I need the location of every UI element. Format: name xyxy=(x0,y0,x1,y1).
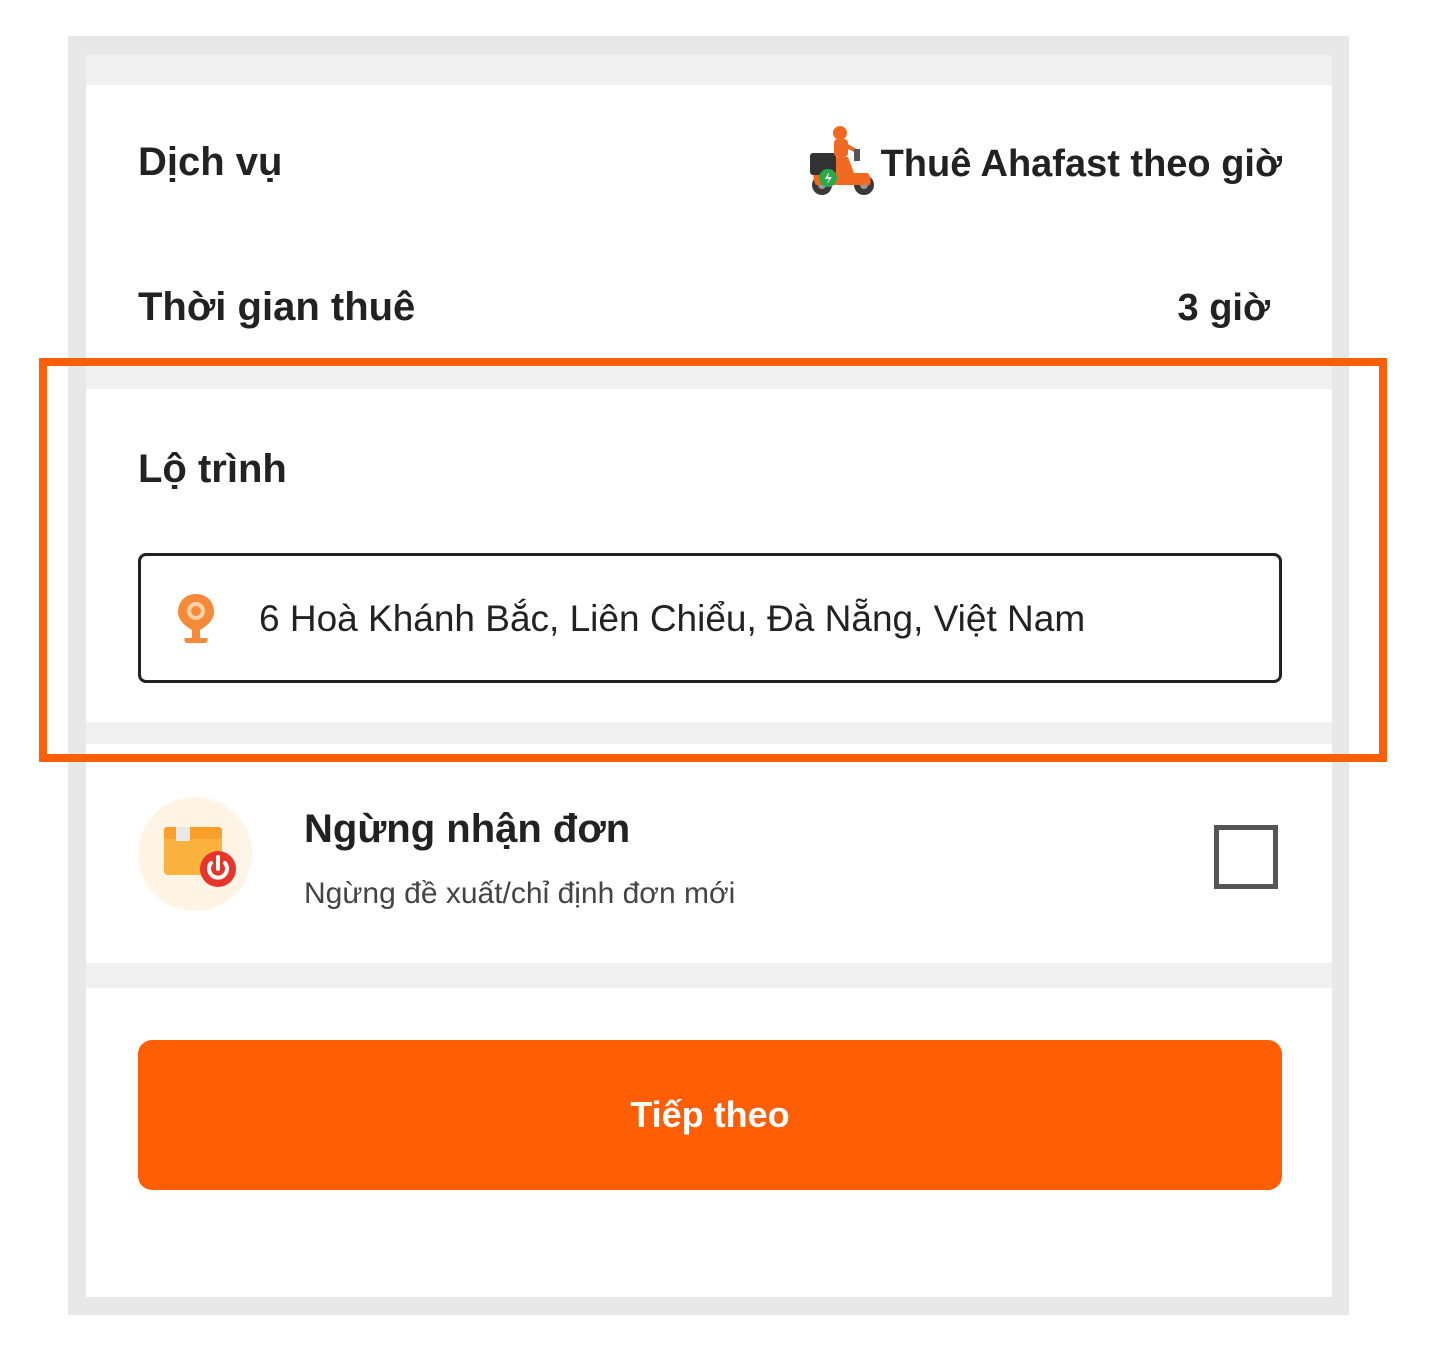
scooter-rider-icon xyxy=(808,123,876,199)
next-button[interactable]: Tiếp theo xyxy=(138,1040,1282,1190)
route-address-field[interactable]: 6 Hoà Khánh Bắc, Liên Chiểu, Đà Nẵng, Vi… xyxy=(138,553,1282,683)
location-pin-icon xyxy=(175,592,217,646)
top-divider xyxy=(86,55,1332,85)
route-address-text: 6 Hoà Khánh Bắc, Liên Chiểu, Đà Nẵng, Vi… xyxy=(259,598,1086,639)
stop-orders-title: Ngừng nhận đơn xyxy=(304,807,631,851)
service-label: Dịch vụ xyxy=(138,140,283,184)
service-value: Thuê Ahafast theo giờ xyxy=(880,143,1282,185)
stop-orders-icon-bg xyxy=(138,797,252,911)
section-divider xyxy=(86,367,1332,389)
section-divider xyxy=(86,722,1332,744)
stop-orders-checkbox[interactable] xyxy=(1214,825,1278,889)
rental-time-value: 3 giờ xyxy=(1177,287,1270,329)
booking-screen: Dịch vụ Thuê Ahafast theo giờ Thời gian … xyxy=(86,55,1332,1297)
box-power-icon xyxy=(160,823,240,893)
route-title: Lộ trình xyxy=(138,447,287,491)
section-divider xyxy=(86,963,1332,988)
rental-time-label: Thời gian thuê xyxy=(138,285,416,329)
stop-orders-subtitle: Ngừng đề xuất/chỉ định đơn mới xyxy=(304,877,736,910)
